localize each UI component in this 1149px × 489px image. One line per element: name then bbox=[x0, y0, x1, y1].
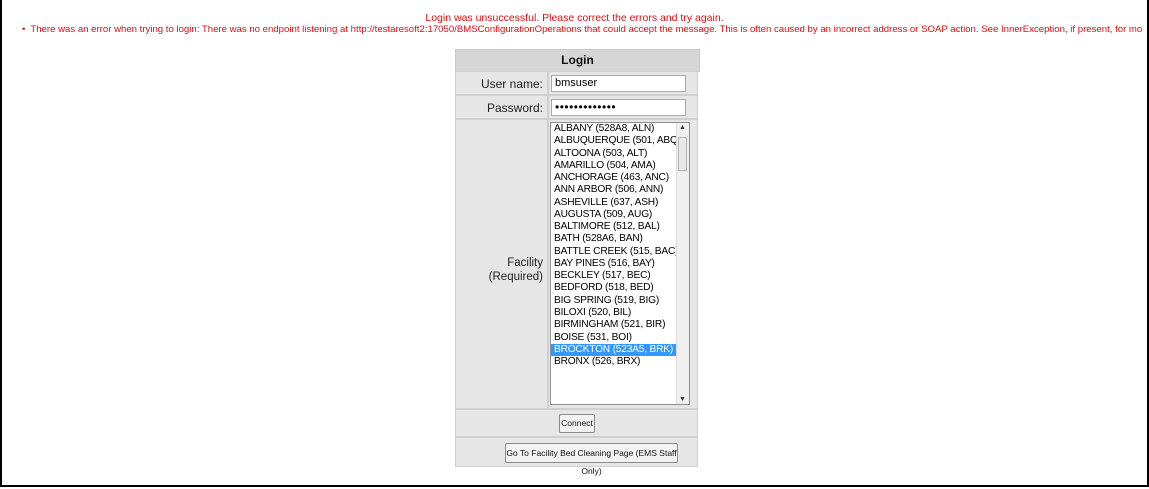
username-input[interactable]: bmsuser bbox=[551, 75, 686, 92]
facility-label: Facility bbox=[507, 257, 543, 269]
password-input[interactable]: ••••••••••••• bbox=[551, 99, 686, 116]
facility-option[interactable]: ALTOONA (503, ALT) bbox=[551, 148, 689, 160]
facility-option[interactable]: BOISE (531, BOI) bbox=[551, 332, 689, 344]
facility-option[interactable]: BECKLEY (517, BEC) bbox=[551, 270, 689, 282]
username-cell: bmsuser bbox=[548, 71, 698, 95]
scroll-down-icon[interactable]: ▼ bbox=[679, 396, 686, 403]
scroll-thumb[interactable] bbox=[678, 137, 687, 171]
facility-option[interactable]: BALTIMORE (512, BAL) bbox=[551, 221, 689, 233]
facility-options: ALBANY (528A8, ALN) ALBUQUERQUE (501, ABQ… bbox=[551, 123, 689, 368]
scroll-up-icon[interactable]: ▲ bbox=[679, 124, 686, 131]
listbox-scrollbar[interactable]: ▲ ▼ bbox=[676, 123, 689, 404]
error-title: Login was unsuccessful. Please correct t… bbox=[425, 12, 724, 24]
cleaning-row: Go To Facility Bed Cleaning Page (EMS St… bbox=[455, 437, 698, 476]
password-label: Password: bbox=[455, 95, 548, 119]
connect-button[interactable]: Connect bbox=[559, 414, 595, 433]
facility-option[interactable]: ASHEVILLE (637, ASH) bbox=[551, 197, 689, 209]
facility-option[interactable]: BIG SPRING (519, BIG) bbox=[551, 295, 689, 307]
connect-row: Connect bbox=[455, 409, 698, 437]
facility-option[interactable]: ANCHORAGE (463, ANC) bbox=[551, 172, 689, 184]
facility-option[interactable]: BATTLE CREEK (515, BAC) bbox=[551, 246, 689, 258]
facility-option[interactable]: ALBUQUERQUE (501, ABQ) bbox=[551, 135, 689, 147]
facility-option[interactable]: BROCKTON (523A5, BRK) bbox=[551, 343, 689, 357]
facility-option[interactable]: BILOXI (520, BIL) bbox=[551, 307, 689, 319]
password-cell: ••••••••••••• bbox=[548, 95, 698, 119]
facility-option[interactable]: BAY PINES (516, BAY) bbox=[551, 258, 689, 270]
facility-option[interactable]: BEDFORD (518, BED) bbox=[551, 282, 689, 294]
username-label: User name: bbox=[455, 71, 548, 95]
facility-listbox[interactable]: ALBANY (528A8, ALN) ALBUQUERQUE (501, ABQ… bbox=[550, 122, 690, 405]
facility-option[interactable]: BATH (528A6, BAN) bbox=[551, 233, 689, 245]
facility-option[interactable]: ALBANY (528A8, ALN) bbox=[551, 123, 689, 135]
facility-required-label: (Required) bbox=[488, 271, 543, 283]
bed-cleaning-page-button[interactable]: Go To Facility Bed Cleaning Page (EMS St… bbox=[505, 443, 678, 476]
facility-option[interactable]: AMARILLO (504, AMA) bbox=[551, 160, 689, 172]
error-detail-line: • There was an error when trying to login… bbox=[22, 24, 1142, 35]
facility-option[interactable]: AUGUSTA (509, AUG) bbox=[551, 209, 689, 221]
facility-label-cell: Facility (Required) bbox=[455, 119, 548, 409]
error-detail-text: There was an error when trying to login:… bbox=[30, 24, 1142, 35]
facility-option[interactable]: BIRMINGHAM (521, BIR) bbox=[551, 319, 689, 331]
facility-option[interactable]: ANN ARBOR (506, ANN) bbox=[551, 184, 689, 196]
login-header: Login bbox=[455, 49, 700, 72]
facility-option[interactable]: BRONX (526, BRX) bbox=[551, 356, 689, 368]
bullet-icon: • bbox=[22, 24, 26, 35]
